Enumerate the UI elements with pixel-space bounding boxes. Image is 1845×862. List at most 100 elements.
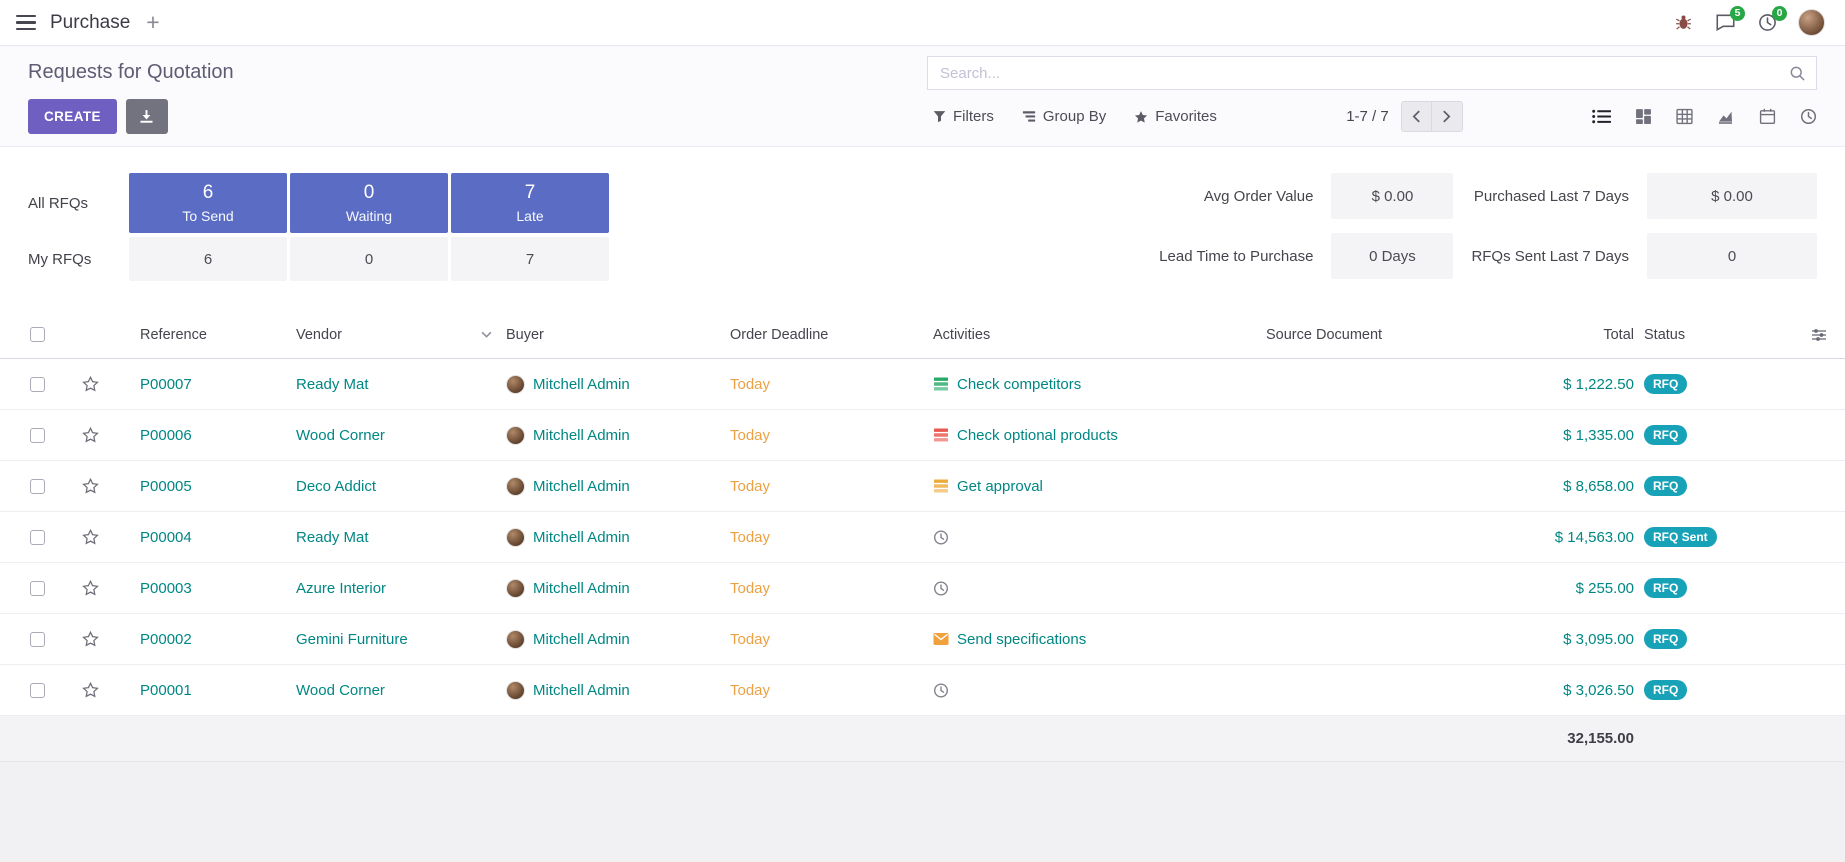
- sort-caret-icon[interactable]: [481, 331, 492, 338]
- favorites-button[interactable]: Favorites: [1134, 108, 1217, 125]
- bug-icon[interactable]: [1672, 12, 1694, 34]
- column-header-buyer[interactable]: Buyer: [506, 327, 730, 343]
- my-rfq-count-late[interactable]: 7: [451, 237, 609, 281]
- column-header-source-document[interactable]: Source Document: [1266, 327, 1456, 343]
- rfq-tile-late[interactable]: 7Late: [451, 173, 609, 233]
- buyer-link[interactable]: Mitchell Admin: [533, 478, 630, 495]
- favorite-star-icon[interactable]: [82, 529, 99, 545]
- activity-cell[interactable]: [933, 529, 1266, 546]
- create-button[interactable]: CREATE: [28, 99, 117, 134]
- reference-link[interactable]: P00001: [140, 682, 192, 699]
- stat-value-avg-order-value[interactable]: $ 0.00: [1331, 173, 1453, 219]
- activity-icon[interactable]: [933, 376, 949, 392]
- favorite-star-icon[interactable]: [82, 427, 99, 443]
- table-row[interactable]: P00001 Wood Corner Mitchell Admin Today …: [0, 665, 1845, 716]
- stat-value-rfqs-sent-last-7-days[interactable]: 0: [1647, 233, 1817, 279]
- activities-icon[interactable]: 0: [1756, 12, 1778, 34]
- row-checkbox[interactable]: [30, 683, 45, 698]
- vendor-link[interactable]: Ready Mat: [296, 376, 369, 393]
- vendor-link[interactable]: Ready Mat: [296, 529, 369, 546]
- activity-cell[interactable]: Send specifications: [933, 631, 1266, 648]
- view-pivot-button[interactable]: [1676, 108, 1693, 125]
- column-header-order-deadline[interactable]: Order Deadline: [730, 327, 933, 343]
- stat-value-purchased-last-7-days[interactable]: $ 0.00: [1647, 173, 1817, 219]
- view-activity-button[interactable]: [1800, 108, 1817, 125]
- table-row[interactable]: P00002 Gemini Furniture Mitchell Admin T…: [0, 614, 1845, 665]
- activity-cell[interactable]: [933, 580, 1266, 597]
- reference-link[interactable]: P00005: [140, 478, 192, 495]
- activity-icon[interactable]: [933, 580, 949, 597]
- messages-icon[interactable]: 5: [1714, 12, 1736, 34]
- vendor-link[interactable]: Wood Corner: [296, 427, 385, 444]
- activity-icon[interactable]: [933, 478, 949, 494]
- view-calendar-button[interactable]: [1759, 108, 1776, 125]
- buyer-link[interactable]: Mitchell Admin: [533, 427, 630, 444]
- activity-icon[interactable]: [933, 682, 949, 699]
- activity-cell[interactable]: [933, 682, 1266, 699]
- reference-link[interactable]: P00002: [140, 631, 192, 648]
- row-checkbox[interactable]: [30, 428, 45, 443]
- favorite-star-icon[interactable]: [82, 682, 99, 698]
- export-button[interactable]: [126, 99, 168, 134]
- table-row[interactable]: P00005 Deco Addict Mitchell Admin Today …: [0, 461, 1845, 512]
- activity-cell[interactable]: Check competitors: [933, 376, 1266, 393]
- activity-icon[interactable]: [933, 632, 949, 646]
- row-checkbox[interactable]: [30, 530, 45, 545]
- column-header-vendor[interactable]: Vendor: [296, 327, 506, 343]
- view-list-button[interactable]: [1592, 109, 1611, 124]
- table-row[interactable]: P00007 Ready Mat Mitchell Admin Today Ch…: [0, 359, 1845, 410]
- row-checkbox[interactable]: [30, 479, 45, 494]
- favorite-star-icon[interactable]: [82, 478, 99, 494]
- select-all-checkbox[interactable]: [30, 327, 45, 342]
- activity-label[interactable]: Send specifications: [957, 631, 1086, 648]
- reference-link[interactable]: P00004: [140, 529, 192, 546]
- vendor-link[interactable]: Gemini Furniture: [296, 631, 408, 648]
- apps-menu-icon[interactable]: [16, 15, 36, 31]
- buyer-link[interactable]: Mitchell Admin: [533, 580, 630, 597]
- pager-next-button[interactable]: [1432, 101, 1463, 132]
- activity-label[interactable]: Get approval: [957, 478, 1043, 495]
- buyer-link[interactable]: Mitchell Admin: [533, 631, 630, 648]
- stat-value-lead-time-to-purchase[interactable]: 0 Days: [1331, 233, 1453, 279]
- activity-icon[interactable]: [933, 427, 949, 443]
- column-header-activities[interactable]: Activities: [933, 327, 1266, 343]
- column-header-reference[interactable]: Reference: [140, 327, 296, 343]
- rfq-tile-waiting[interactable]: 0Waiting: [290, 173, 448, 233]
- row-checkbox[interactable]: [30, 581, 45, 596]
- favorite-star-icon[interactable]: [82, 631, 99, 647]
- favorite-star-icon[interactable]: [82, 580, 99, 596]
- activity-icon[interactable]: [933, 529, 949, 546]
- my-rfq-count-waiting[interactable]: 0: [290, 237, 448, 281]
- columns-toggle-icon[interactable]: [1811, 328, 1827, 342]
- plus-icon[interactable]: +: [146, 11, 159, 34]
- pager-previous-button[interactable]: [1401, 101, 1432, 132]
- search-input[interactable]: [940, 65, 1789, 82]
- view-graph-button[interactable]: [1717, 109, 1735, 125]
- favorite-star-icon[interactable]: [82, 376, 99, 392]
- search-box[interactable]: [927, 56, 1817, 90]
- activity-cell[interactable]: Check optional products: [933, 427, 1266, 444]
- activity-cell[interactable]: Get approval: [933, 478, 1266, 495]
- group-by-button[interactable]: Group By: [1022, 108, 1106, 125]
- view-kanban-button[interactable]: [1635, 108, 1652, 125]
- vendor-link[interactable]: Wood Corner: [296, 682, 385, 699]
- vendor-link[interactable]: Azure Interior: [296, 580, 386, 597]
- activity-label[interactable]: Check optional products: [957, 427, 1118, 444]
- table-row[interactable]: P00006 Wood Corner Mitchell Admin Today …: [0, 410, 1845, 461]
- reference-link[interactable]: P00006: [140, 427, 192, 444]
- filters-button[interactable]: Filters: [933, 108, 994, 125]
- buyer-link[interactable]: Mitchell Admin: [533, 376, 630, 393]
- my-rfq-count-to-send[interactable]: 6: [129, 237, 287, 281]
- reference-link[interactable]: P00003: [140, 580, 192, 597]
- table-row[interactable]: P00003 Azure Interior Mitchell Admin Tod…: [0, 563, 1845, 614]
- column-header-status[interactable]: Status: [1644, 327, 1793, 343]
- search-icon[interactable]: [1789, 65, 1806, 82]
- user-avatar[interactable]: [1798, 9, 1825, 36]
- row-checkbox[interactable]: [30, 632, 45, 647]
- column-header-total[interactable]: Total: [1456, 327, 1644, 343]
- buyer-link[interactable]: Mitchell Admin: [533, 529, 630, 546]
- row-checkbox[interactable]: [30, 377, 45, 392]
- table-row[interactable]: P00004 Ready Mat Mitchell Admin Today $ …: [0, 512, 1845, 563]
- vendor-link[interactable]: Deco Addict: [296, 478, 376, 495]
- reference-link[interactable]: P00007: [140, 376, 192, 393]
